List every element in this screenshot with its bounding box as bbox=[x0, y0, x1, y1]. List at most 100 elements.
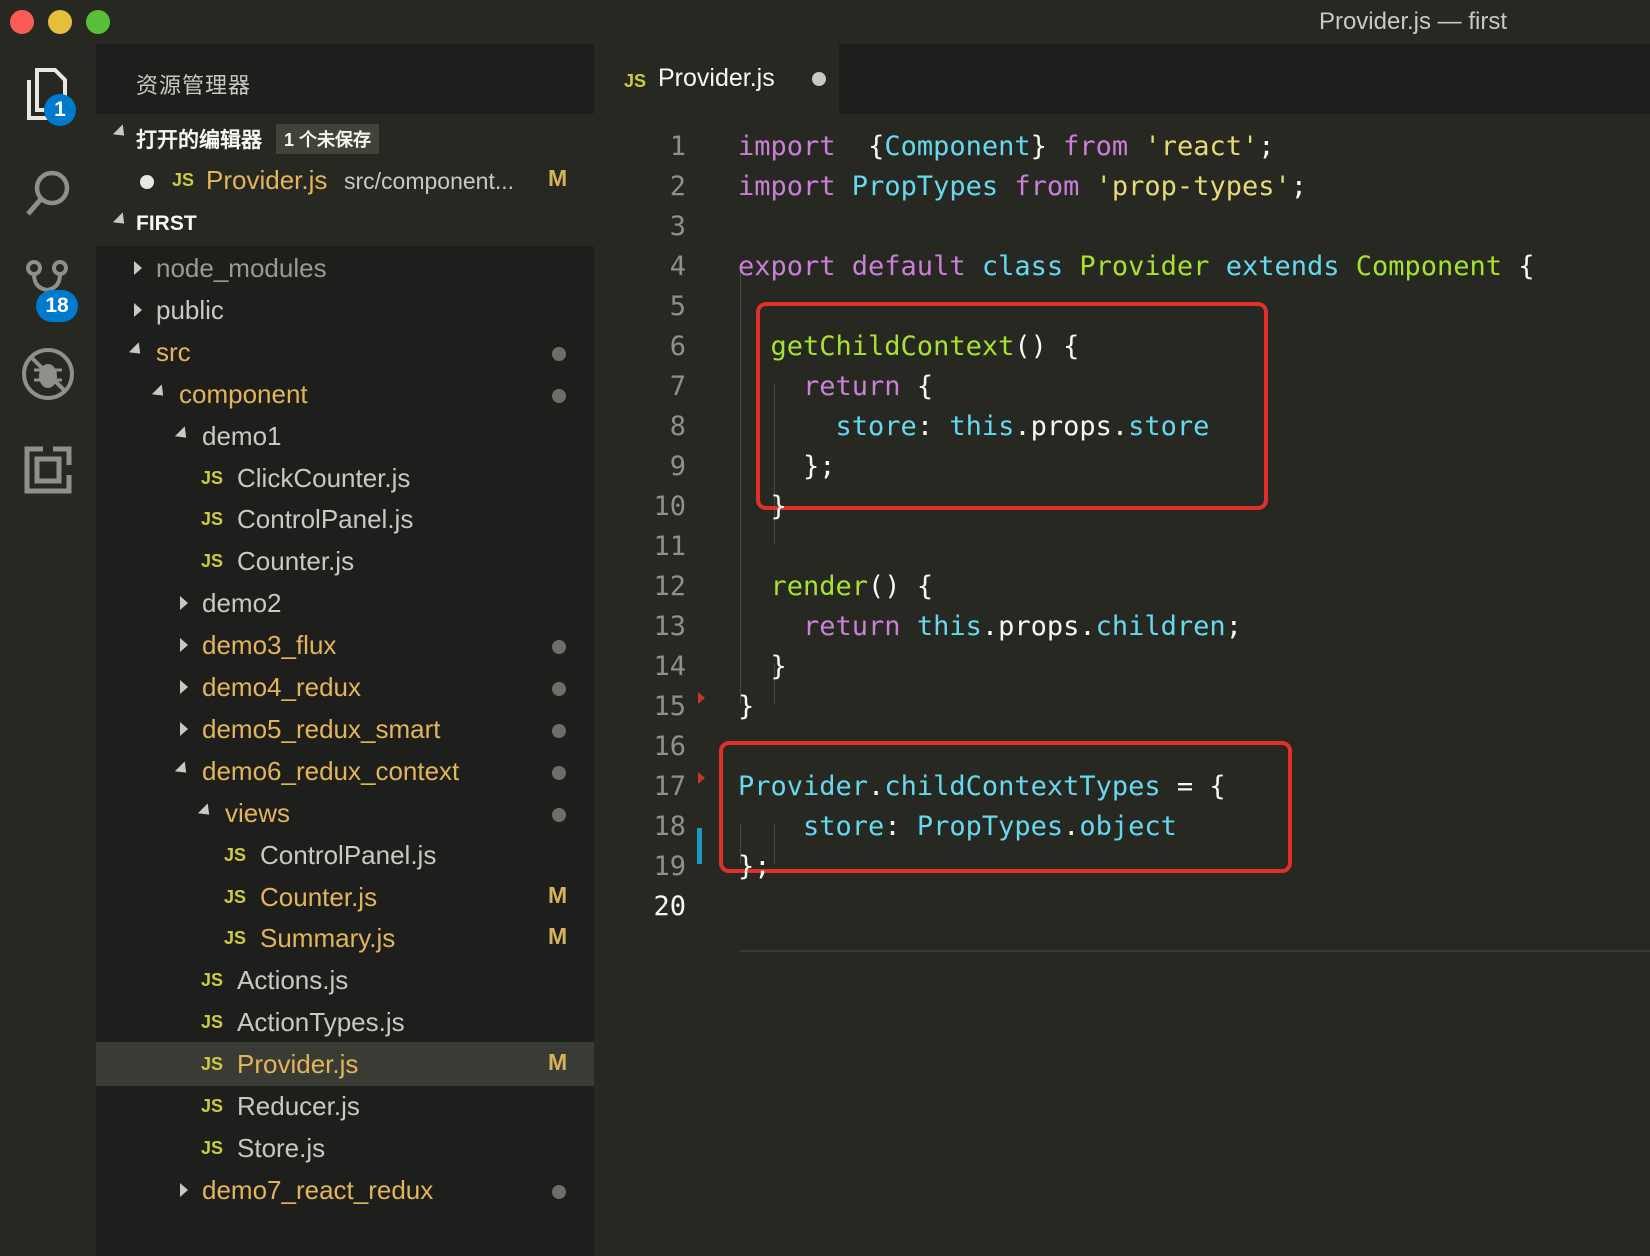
tree-item-label: demo7_react_redux bbox=[202, 1174, 434, 1205]
line-number: 8 bbox=[669, 411, 686, 442]
line-number: 7 bbox=[669, 371, 686, 402]
tree-file[interactable]: JS ActionTypes.js bbox=[96, 1000, 594, 1044]
unsaved-dot-icon[interactable] bbox=[812, 72, 826, 86]
tree-file[interactable]: JS ControlPanel.js bbox=[96, 833, 594, 877]
tree-folder[interactable]: demo7_react_redux bbox=[96, 1168, 594, 1212]
tree-folder[interactable]: demo3_flux bbox=[96, 623, 594, 667]
tree-file[interactable]: JS Store.js bbox=[96, 1126, 594, 1170]
modified-dot-icon bbox=[552, 765, 566, 780]
tree-item-label: ActionTypes.js bbox=[237, 1007, 405, 1038]
tree-file[interactable]: JS ControlPanel.js bbox=[96, 497, 594, 541]
js-file-icon: JS bbox=[201, 467, 224, 488]
debug-icon bbox=[22, 348, 74, 400]
chevron-right-icon bbox=[180, 638, 188, 653]
tree-folder[interactable]: demo4_redux bbox=[96, 665, 594, 709]
chevron-right-icon bbox=[180, 1182, 188, 1197]
code-line: } bbox=[738, 651, 787, 682]
tree-folder[interactable]: component bbox=[96, 372, 594, 416]
modified-dot-icon bbox=[552, 640, 566, 655]
chevron-down-icon bbox=[174, 761, 192, 778]
code-line: } bbox=[738, 691, 755, 722]
tree-folder[interactable]: demo5_redux_smart bbox=[96, 707, 594, 751]
line-number: 16 bbox=[653, 731, 686, 762]
search-icon bbox=[26, 170, 70, 216]
open-editor-filename: Provider.js bbox=[206, 165, 328, 195]
tree-item-label: component bbox=[179, 378, 308, 409]
tree-file[interactable]: JS Summary.js M bbox=[96, 916, 594, 960]
modified-dot-icon bbox=[552, 682, 566, 696]
tree-item-label: views bbox=[225, 797, 291, 828]
editor-area: JS Provider.js 1 import {Component} from … bbox=[594, 44, 1650, 1256]
tree-folder[interactable]: demo6_redux_context bbox=[96, 749, 594, 793]
unsaved-dot-icon[interactable] bbox=[140, 175, 154, 189]
unsaved-badge: 1 个未保存 bbox=[276, 124, 380, 154]
extensions-activity-button[interactable] bbox=[18, 440, 78, 500]
folder-header[interactable]: FIRST bbox=[96, 202, 594, 246]
chevron-down-icon bbox=[174, 425, 192, 443]
js-file-icon: JS bbox=[201, 1054, 224, 1075]
explorer-sidebar: 资源管理器 打开的编辑器 1 个未保存 JS Provider.js src/c… bbox=[96, 44, 594, 1256]
modified-dot-icon bbox=[552, 1184, 566, 1199]
tree-item-label: demo1 bbox=[202, 420, 282, 451]
modified-dot-icon bbox=[552, 388, 566, 403]
tree-folder[interactable]: demo1 bbox=[96, 414, 594, 458]
tree-folder[interactable]: src bbox=[96, 330, 594, 374]
explorer-activity-button[interactable]: 1 bbox=[18, 64, 78, 126]
code-line: export default class Provider extends Co… bbox=[738, 251, 1535, 282]
open-editor-path: src/component... bbox=[344, 168, 515, 194]
folder-label: FIRST bbox=[136, 212, 197, 235]
code-line: import PropTypes from 'prop-types'; bbox=[738, 171, 1307, 202]
modified-dot-icon bbox=[552, 723, 566, 738]
chevron-down-icon bbox=[112, 212, 130, 229]
line-number: 9 bbox=[669, 451, 686, 482]
js-file-icon: JS bbox=[201, 509, 224, 530]
code-line: store: PropTypes.object bbox=[738, 811, 1177, 842]
tree-folder[interactable]: public bbox=[96, 288, 594, 332]
tree-folder[interactable]: demo2 bbox=[96, 581, 594, 625]
code-line: return { bbox=[738, 371, 934, 402]
js-file-icon: JS bbox=[201, 1012, 224, 1033]
js-file-icon: JS bbox=[624, 71, 647, 91]
tree-item-label: demo4_redux bbox=[202, 672, 361, 702]
js-file-icon: JS bbox=[201, 1137, 224, 1158]
line-number: 19 bbox=[653, 851, 686, 882]
tab-bar: JS Provider.js bbox=[594, 44, 1650, 114]
js-file-icon: JS bbox=[201, 970, 224, 991]
js-file-icon: JS bbox=[224, 928, 247, 949]
tree-file[interactable]: JS Counter.js bbox=[96, 539, 594, 583]
tree-file[interactable]: JS Reducer.js bbox=[96, 1084, 594, 1128]
chevron-right-icon bbox=[180, 680, 188, 694]
tree-file[interactable]: JS ClickCounter.js bbox=[96, 456, 594, 500]
zoom-window-button[interactable] bbox=[86, 10, 110, 34]
close-window-button[interactable] bbox=[10, 10, 34, 34]
tree-item-label: demo6_redux_context bbox=[202, 755, 460, 786]
modified-dot-icon bbox=[552, 346, 566, 361]
chevron-right-icon bbox=[134, 261, 142, 275]
line-number: 12 bbox=[653, 571, 686, 602]
line-number: 10 bbox=[653, 491, 686, 522]
tree-file[interactable]: JS Counter.js M bbox=[96, 875, 594, 919]
tree-folder[interactable]: node_modules bbox=[96, 246, 594, 290]
chevron-right-icon bbox=[180, 721, 188, 736]
source-control-activity-button[interactable]: 18 bbox=[18, 254, 78, 322]
tree-file[interactable]: JS Actions.js bbox=[96, 958, 594, 1002]
modified-dot-icon bbox=[552, 807, 566, 822]
tree-file[interactable]: JS Provider.js M bbox=[96, 1042, 594, 1087]
minimize-window-button[interactable] bbox=[48, 10, 72, 34]
tab-provider-js[interactable]: JS Provider.js bbox=[594, 44, 839, 114]
gutter-modified-marker bbox=[697, 828, 702, 864]
line-number: 5 bbox=[669, 291, 686, 322]
chevron-down-icon bbox=[112, 124, 130, 141]
js-file-icon: JS bbox=[172, 170, 195, 190]
tree-item-label: Provider.js bbox=[237, 1049, 359, 1080]
tree-item-label: Store.js bbox=[237, 1132, 326, 1163]
tree-item-label: demo2 bbox=[202, 588, 282, 619]
search-activity-button[interactable] bbox=[18, 164, 78, 224]
open-editor-item[interactable]: JS Provider.js src/component... M bbox=[96, 158, 594, 202]
open-editors-header[interactable]: 打开的编辑器 1 个未保存 bbox=[96, 114, 594, 158]
code-line: }; bbox=[738, 851, 771, 882]
scm-badge: 18 bbox=[36, 290, 78, 322]
tree-item-label: Counter.js bbox=[260, 881, 378, 912]
debug-activity-button[interactable] bbox=[18, 344, 78, 404]
tree-folder[interactable]: views bbox=[96, 791, 594, 835]
